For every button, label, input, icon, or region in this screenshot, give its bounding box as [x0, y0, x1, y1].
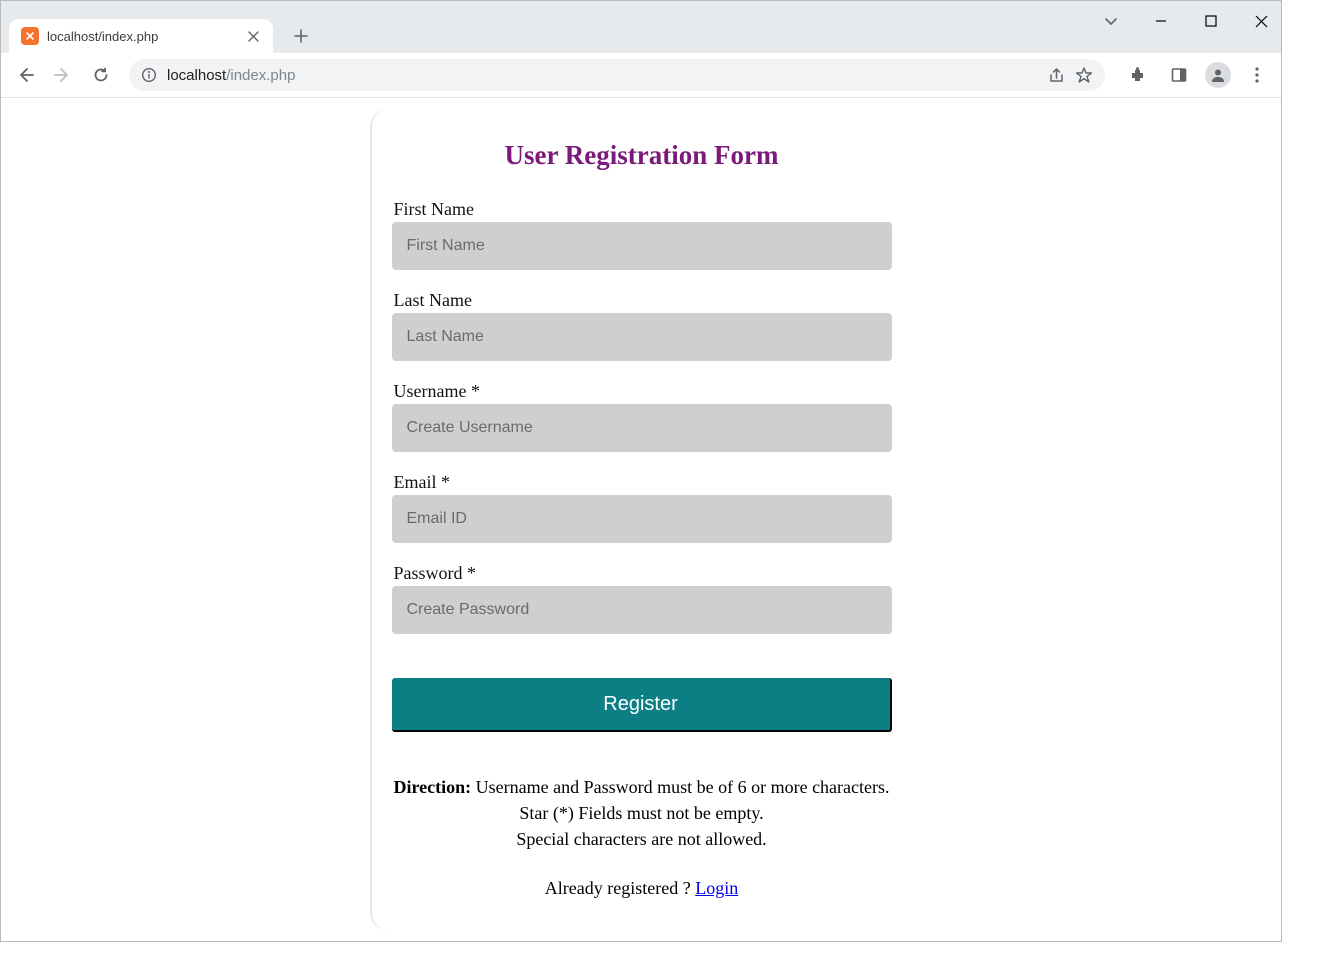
username-label: Username *: [394, 381, 892, 402]
tab-strip: localhost/index.php: [1, 13, 1281, 53]
url-text: localhost/index.php: [167, 67, 295, 84]
tab-search-icon[interactable]: [1097, 7, 1125, 35]
direction-line-1: Username and Password must be of 6 or mo…: [476, 777, 890, 797]
password-input[interactable]: [392, 586, 892, 634]
site-info-icon[interactable]: [141, 67, 157, 83]
bookmark-star-icon[interactable]: [1075, 66, 1093, 84]
browser-window: localhost/index.php: [0, 0, 1282, 942]
email-input[interactable]: [392, 495, 892, 543]
xampp-favicon: [21, 27, 39, 45]
close-tab-icon[interactable]: [245, 28, 261, 44]
extensions-icon[interactable]: [1121, 59, 1153, 91]
direction-line-2: Star (*) Fields must not be empty.: [519, 803, 763, 823]
register-button[interactable]: Register: [392, 678, 892, 732]
username-input[interactable]: [392, 404, 892, 452]
page-viewport[interactable]: User Registration Form First Name Last N…: [2, 98, 1280, 940]
last-name-input[interactable]: [392, 313, 892, 361]
login-prompt: Already registered ?: [545, 878, 695, 898]
password-label: Password *: [394, 563, 892, 584]
directions-block: Direction: Username and Password must be…: [392, 774, 892, 852]
maximize-button[interactable]: [1197, 7, 1225, 35]
email-label: Email *: [394, 472, 892, 493]
forward-button[interactable]: [47, 59, 79, 91]
tab-title: localhost/index.php: [47, 29, 235, 44]
url-host: localhost: [167, 67, 226, 84]
first-name-label: First Name: [394, 199, 892, 220]
browser-toolbar: localhost/index.php: [1, 53, 1281, 98]
direction-line-3: Special characters are not allowed.: [516, 829, 766, 849]
registration-card: User Registration Form First Name Last N…: [371, 110, 912, 929]
first-name-input[interactable]: [392, 222, 892, 270]
sidepanel-icon[interactable]: [1163, 59, 1195, 91]
login-line: Already registered ? Login: [392, 878, 892, 899]
window-controls: [1097, 1, 1281, 41]
minimize-button[interactable]: [1147, 7, 1175, 35]
url-path: /index.php: [226, 67, 295, 84]
close-window-button[interactable]: [1247, 7, 1275, 35]
toolbar-right: [1121, 59, 1273, 91]
share-icon[interactable]: [1048, 67, 1065, 84]
new-tab-button[interactable]: [287, 22, 315, 50]
address-bar[interactable]: localhost/index.php: [129, 59, 1105, 91]
back-button[interactable]: [9, 59, 41, 91]
browser-tab[interactable]: localhost/index.php: [9, 19, 273, 53]
login-link[interactable]: Login: [695, 878, 738, 898]
menu-icon[interactable]: [1241, 59, 1273, 91]
direction-heading: Direction:: [393, 777, 471, 797]
profile-avatar[interactable]: [1205, 62, 1231, 88]
page-title: User Registration Form: [392, 140, 892, 171]
reload-button[interactable]: [85, 59, 117, 91]
last-name-label: Last Name: [394, 290, 892, 311]
window-titlebar: [1, 1, 1281, 13]
